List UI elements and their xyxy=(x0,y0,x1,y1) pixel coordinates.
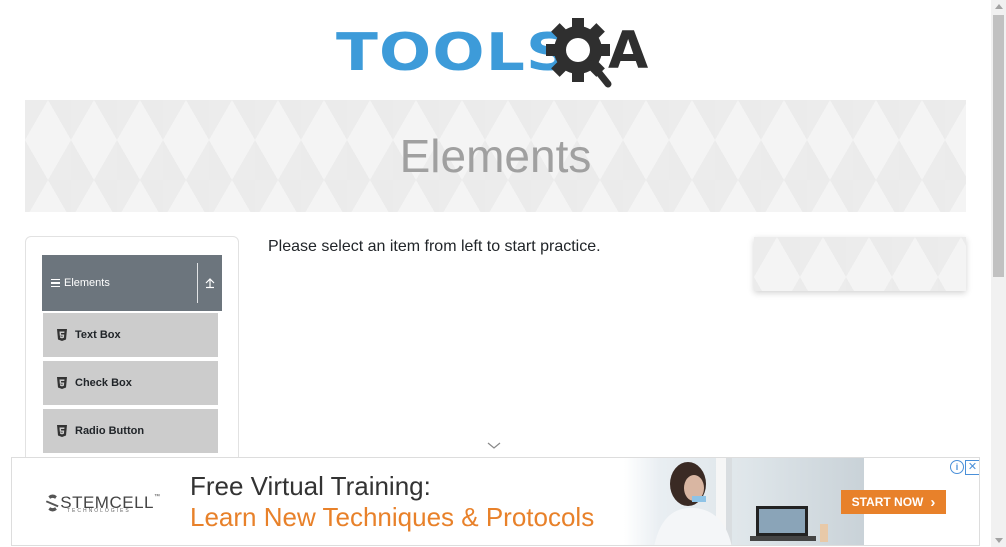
ad-close-icon[interactable]: ✕ xyxy=(965,460,979,475)
scroll-up-icon[interactable] xyxy=(995,4,1003,9)
stemcell-subtitle: TECHNOLOGIES xyxy=(67,508,131,514)
side-ad-placeholder xyxy=(754,237,966,291)
page-banner: Elements xyxy=(25,100,966,212)
cta-label: START NOW xyxy=(851,495,924,509)
gear-icon: A xyxy=(546,18,648,88)
start-now-button[interactable]: START NOW › xyxy=(841,490,946,514)
group-header-label: Elements xyxy=(64,277,110,289)
html5-icon xyxy=(57,329,67,341)
ad-subheadline: Learn New Techniques & Protocols xyxy=(190,502,595,532)
sidebar-item-label: Check Box xyxy=(75,377,132,389)
lab-scientist-image xyxy=(654,458,828,545)
logo-tools-text: TOOLS xyxy=(336,23,572,83)
stemcell-logo: STEMCELL ™ TECHNOLOGIES xyxy=(45,491,160,515)
scroll-thumb[interactable] xyxy=(993,15,1004,277)
html5-icon xyxy=(57,425,67,437)
sidebar-item-label: Radio Button xyxy=(75,425,145,437)
chevron-down-icon[interactable] xyxy=(487,440,501,450)
vertical-scrollbar[interactable] xyxy=(991,0,1006,547)
practice-instruction: Please select an item from left to start… xyxy=(268,238,601,255)
chevron-right-icon: › xyxy=(930,493,936,511)
sidebar-item-text-box[interactable]: Text Box xyxy=(43,312,218,357)
ad-headline: Free Virtual Training: xyxy=(190,471,431,501)
menu-icon xyxy=(51,278,60,288)
page-title: Elements xyxy=(399,130,592,182)
ad-info-icon[interactable]: i xyxy=(950,460,964,474)
bottom-ad-banner[interactable]: STEMCELL ™ TECHNOLOGIES Free Virtual Tra… xyxy=(11,457,980,546)
ad-lab-photo xyxy=(624,458,864,545)
toolsqa-logo[interactable]: TOOLS A xyxy=(336,14,660,92)
stemcell-mark-icon xyxy=(45,494,59,512)
scroll-down-icon[interactable] xyxy=(995,538,1003,543)
elements-group-header[interactable]: Elements xyxy=(42,255,222,311)
stemcell-tm: ™ xyxy=(154,494,160,500)
logo-qa-text: A xyxy=(608,21,648,81)
sidebar-item-label: Text Box xyxy=(75,329,121,341)
header-divider xyxy=(197,263,198,303)
sidebar-item-check-box[interactable]: Check Box xyxy=(43,360,218,405)
html5-icon xyxy=(57,377,67,389)
sidebar-item-radio-button[interactable]: Radio Button xyxy=(43,408,218,453)
collapse-icon[interactable] xyxy=(202,275,218,291)
